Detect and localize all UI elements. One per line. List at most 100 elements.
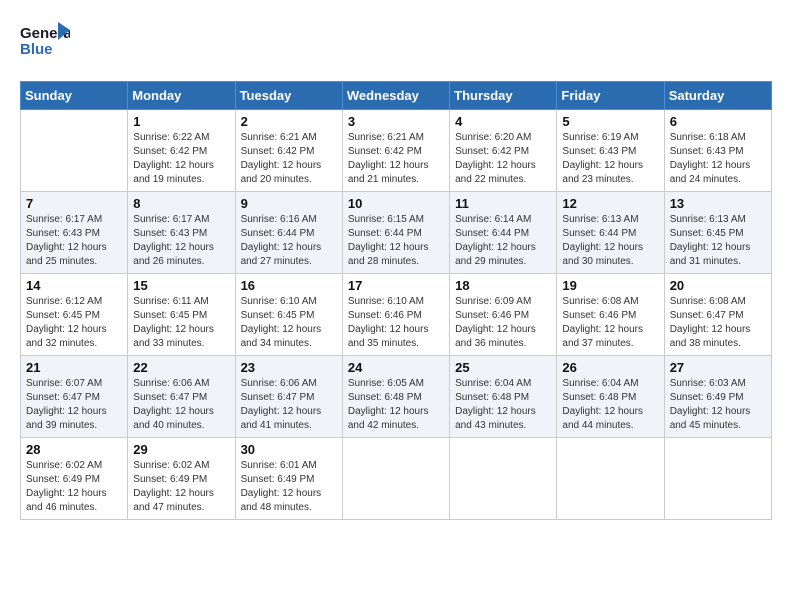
day-number: 23 xyxy=(241,360,337,375)
calendar-cell: 28 Sunrise: 6:02 AM Sunset: 6:49 PM Dayli… xyxy=(21,438,128,520)
calendar-cell xyxy=(664,438,771,520)
day-info: Sunrise: 6:13 AM Sunset: 6:45 PM Dayligh… xyxy=(670,213,766,269)
day-info: Sunrise: 6:10 AM Sunset: 6:45 PM Dayligh… xyxy=(241,295,337,351)
calendar-cell: 17 Sunrise: 6:10 AM Sunset: 6:46 PM Dayli… xyxy=(342,274,449,356)
day-number: 26 xyxy=(562,360,658,375)
calendar-body: 1Sunrise: 6:22 AM Sunset: 6:42 PM Daylig… xyxy=(21,110,772,520)
day-number: 22 xyxy=(133,360,229,375)
calendar-cell: 20 Sunrise: 6:08 AM Sunset: 6:47 PM Dayli… xyxy=(664,274,771,356)
calendar-cell: 16 Sunrise: 6:10 AM Sunset: 6:45 PM Dayli… xyxy=(235,274,342,356)
day-info: Sunrise: 6:01 AM Sunset: 6:49 PM Dayligh… xyxy=(241,459,337,515)
calendar-cell: 11 Sunrise: 6:14 AM Sunset: 6:44 PM Dayli… xyxy=(450,192,557,274)
calendar-cell: 27 Sunrise: 6:03 AM Sunset: 6:49 PM Dayli… xyxy=(664,356,771,438)
day-info: Sunrise: 6:05 AM Sunset: 6:48 PM Dayligh… xyxy=(348,377,444,433)
day-info: Sunrise: 6:06 AM Sunset: 6:47 PM Dayligh… xyxy=(241,377,337,433)
day-number: 20 xyxy=(670,278,766,293)
calendar-cell: 24 Sunrise: 6:05 AM Sunset: 6:48 PM Dayli… xyxy=(342,356,449,438)
weekday-header-sunday: Sunday xyxy=(21,82,128,110)
calendar-cell: 10 Sunrise: 6:15 AM Sunset: 6:44 PM Dayli… xyxy=(342,192,449,274)
weekday-header-tuesday: Tuesday xyxy=(235,82,342,110)
day-number: 18 xyxy=(455,278,551,293)
calendar-cell xyxy=(342,438,449,520)
day-info: Sunrise: 6:16 AM Sunset: 6:44 PM Dayligh… xyxy=(241,213,337,269)
day-info: Sunrise: 6:22 AM Sunset: 6:42 PM Dayligh… xyxy=(133,131,229,187)
day-number: 15 xyxy=(133,278,229,293)
day-number: 24 xyxy=(348,360,444,375)
calendar-cell: 5 Sunrise: 6:19 AM Sunset: 6:43 PM Daylig… xyxy=(557,110,664,192)
calendar-cell: 4 Sunrise: 6:20 AM Sunset: 6:42 PM Daylig… xyxy=(450,110,557,192)
calendar-cell: 29 Sunrise: 6:02 AM Sunset: 6:49 PM Dayli… xyxy=(128,438,235,520)
day-info: Sunrise: 6:14 AM Sunset: 6:44 PM Dayligh… xyxy=(455,213,551,269)
day-number: 6 xyxy=(670,114,766,129)
day-number: 14 xyxy=(26,278,122,293)
calendar-week-3: 14Sunrise: 6:12 AM Sunset: 6:45 PM Dayli… xyxy=(21,274,772,356)
day-info: Sunrise: 6:21 AM Sunset: 6:42 PM Dayligh… xyxy=(241,131,337,187)
calendar-cell: 1Sunrise: 6:22 AM Sunset: 6:42 PM Daylig… xyxy=(128,110,235,192)
day-info: Sunrise: 6:04 AM Sunset: 6:48 PM Dayligh… xyxy=(562,377,658,433)
calendar-cell: 15 Sunrise: 6:11 AM Sunset: 6:45 PM Dayli… xyxy=(128,274,235,356)
day-info: Sunrise: 6:09 AM Sunset: 6:46 PM Dayligh… xyxy=(455,295,551,351)
day-number: 5 xyxy=(562,114,658,129)
day-number: 10 xyxy=(348,196,444,211)
calendar-cell: 9 Sunrise: 6:16 AM Sunset: 6:44 PM Daylig… xyxy=(235,192,342,274)
day-number: 27 xyxy=(670,360,766,375)
weekday-header-monday: Monday xyxy=(128,82,235,110)
svg-text:Blue: Blue xyxy=(20,41,53,58)
calendar-cell: 19 Sunrise: 6:08 AM Sunset: 6:46 PM Dayli… xyxy=(557,274,664,356)
calendar-week-4: 21Sunrise: 6:07 AM Sunset: 6:47 PM Dayli… xyxy=(21,356,772,438)
day-info: Sunrise: 6:02 AM Sunset: 6:49 PM Dayligh… xyxy=(133,459,229,515)
day-info: Sunrise: 6:19 AM Sunset: 6:43 PM Dayligh… xyxy=(562,131,658,187)
day-info: Sunrise: 6:08 AM Sunset: 6:47 PM Dayligh… xyxy=(670,295,766,351)
calendar-cell: 8 Sunrise: 6:17 AM Sunset: 6:43 PM Daylig… xyxy=(128,192,235,274)
weekday-header-thursday: Thursday xyxy=(450,82,557,110)
day-info: Sunrise: 6:17 AM Sunset: 6:43 PM Dayligh… xyxy=(133,213,229,269)
day-info: Sunrise: 6:15 AM Sunset: 6:44 PM Dayligh… xyxy=(348,213,444,269)
day-info: Sunrise: 6:20 AM Sunset: 6:42 PM Dayligh… xyxy=(455,131,551,187)
day-number: 8 xyxy=(133,196,229,211)
calendar-cell: 21Sunrise: 6:07 AM Sunset: 6:47 PM Dayli… xyxy=(21,356,128,438)
calendar-cell: 3Sunrise: 6:21 AM Sunset: 6:42 PM Daylig… xyxy=(342,110,449,192)
day-info: Sunrise: 6:08 AM Sunset: 6:46 PM Dayligh… xyxy=(562,295,658,351)
calendar-week-1: 1Sunrise: 6:22 AM Sunset: 6:42 PM Daylig… xyxy=(21,110,772,192)
day-number: 4 xyxy=(455,114,551,129)
calendar-header: SundayMondayTuesdayWednesdayThursdayFrid… xyxy=(21,82,772,110)
day-number: 7 xyxy=(26,196,122,211)
weekday-header-saturday: Saturday xyxy=(664,82,771,110)
calendar-cell: 30Sunrise: 6:01 AM Sunset: 6:49 PM Dayli… xyxy=(235,438,342,520)
calendar-cell: 18 Sunrise: 6:09 AM Sunset: 6:46 PM Dayli… xyxy=(450,274,557,356)
calendar-cell: 13Sunrise: 6:13 AM Sunset: 6:45 PM Dayli… xyxy=(664,192,771,274)
day-info: Sunrise: 6:18 AM Sunset: 6:43 PM Dayligh… xyxy=(670,131,766,187)
calendar-cell xyxy=(450,438,557,520)
day-number: 9 xyxy=(241,196,337,211)
day-info: Sunrise: 6:04 AM Sunset: 6:48 PM Dayligh… xyxy=(455,377,551,433)
day-info: Sunrise: 6:17 AM Sunset: 6:43 PM Dayligh… xyxy=(26,213,122,269)
day-number: 25 xyxy=(455,360,551,375)
calendar-cell: 14Sunrise: 6:12 AM Sunset: 6:45 PM Dayli… xyxy=(21,274,128,356)
calendar-cell: 22 Sunrise: 6:06 AM Sunset: 6:47 PM Dayli… xyxy=(128,356,235,438)
calendar-cell xyxy=(21,110,128,192)
day-info: Sunrise: 6:13 AM Sunset: 6:44 PM Dayligh… xyxy=(562,213,658,269)
day-info: Sunrise: 6:10 AM Sunset: 6:46 PM Dayligh… xyxy=(348,295,444,351)
day-info: Sunrise: 6:03 AM Sunset: 6:49 PM Dayligh… xyxy=(670,377,766,433)
day-info: Sunrise: 6:06 AM Sunset: 6:47 PM Dayligh… xyxy=(133,377,229,433)
day-info: Sunrise: 6:02 AM Sunset: 6:49 PM Dayligh… xyxy=(26,459,122,515)
day-info: Sunrise: 6:11 AM Sunset: 6:45 PM Dayligh… xyxy=(133,295,229,351)
day-number: 29 xyxy=(133,442,229,457)
day-number: 16 xyxy=(241,278,337,293)
day-number: 11 xyxy=(455,196,551,211)
day-number: 19 xyxy=(562,278,658,293)
calendar-table: SundayMondayTuesdayWednesdayThursdayFrid… xyxy=(20,81,772,520)
day-number: 12 xyxy=(562,196,658,211)
calendar-week-2: 7 Sunrise: 6:17 AM Sunset: 6:43 PM Daylig… xyxy=(21,192,772,274)
logo: GeneralBlue xyxy=(20,20,70,65)
day-number: 28 xyxy=(26,442,122,457)
day-number: 3 xyxy=(348,114,444,129)
weekday-header-wednesday: Wednesday xyxy=(342,82,449,110)
calendar-cell: 12 Sunrise: 6:13 AM Sunset: 6:44 PM Dayli… xyxy=(557,192,664,274)
calendar-cell: 25 Sunrise: 6:04 AM Sunset: 6:48 PM Dayli… xyxy=(450,356,557,438)
calendar-cell: 2 Sunrise: 6:21 AM Sunset: 6:42 PM Daylig… xyxy=(235,110,342,192)
day-number: 17 xyxy=(348,278,444,293)
calendar-cell xyxy=(557,438,664,520)
day-number: 21 xyxy=(26,360,122,375)
day-number: 2 xyxy=(241,114,337,129)
